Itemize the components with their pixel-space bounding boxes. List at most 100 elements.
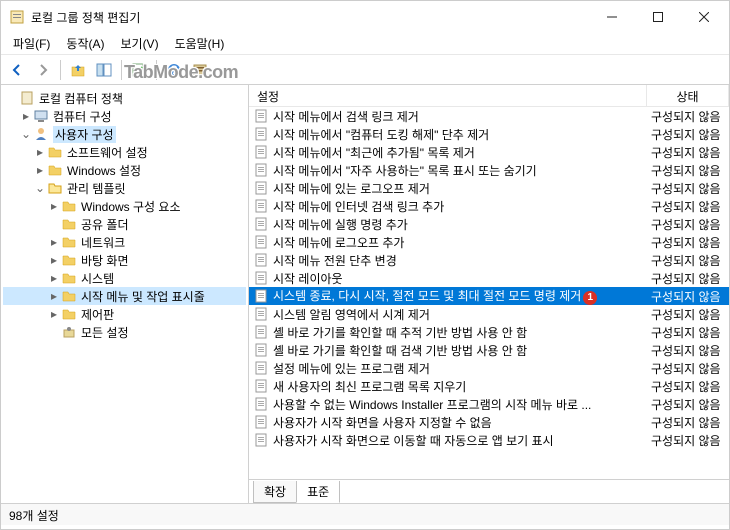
- expand-arrow-icon[interactable]: ▸: [47, 235, 61, 249]
- list-row[interactable]: 셸 바로 가기를 확인할 때 검색 기반 방법 사용 안 함구성되지 않음: [249, 341, 729, 359]
- folder-icon: [47, 144, 63, 160]
- list-row[interactable]: 사용할 수 없는 Windows Installer 프로그램의 시작 메뉴 바…: [249, 395, 729, 413]
- tree-control-panel[interactable]: ▸ 제어판: [3, 305, 246, 323]
- refresh-button[interactable]: [127, 58, 151, 82]
- policy-name: 시작 메뉴에서 검색 링크 제거: [273, 108, 647, 125]
- policy-state: 구성되지 않음: [647, 144, 725, 161]
- policy-name: 시작 메뉴에 있는 로그오프 제거: [273, 180, 647, 197]
- collapse-arrow-icon[interactable]: ⌄: [33, 181, 47, 195]
- policy-state: 구성되지 않음: [647, 288, 725, 305]
- list-row[interactable]: 시작 메뉴에서 검색 링크 제거구성되지 않음: [249, 107, 729, 125]
- list-row[interactable]: 시작 메뉴에 인터넷 검색 링크 추가구성되지 않음: [249, 197, 729, 215]
- tree-label: 바탕 화면: [81, 252, 129, 269]
- tab-standard[interactable]: 표준: [296, 481, 340, 503]
- tree-software-settings[interactable]: ▸ 소프트웨어 설정: [3, 143, 246, 161]
- minimize-button[interactable]: [589, 2, 635, 32]
- policy-name: 시작 레이아웃: [273, 270, 647, 287]
- tab-expand[interactable]: 확장: [253, 481, 297, 503]
- policy-item-icon: [253, 235, 269, 249]
- column-setting[interactable]: 설정: [249, 85, 647, 106]
- policy-item-icon: [253, 199, 269, 213]
- folder-icon: [61, 270, 77, 286]
- column-state[interactable]: 상태: [647, 85, 729, 106]
- list-row[interactable]: 시스템 종료, 다시 시작, 절전 모드 및 최대 절전 모드 명령 제거1구성…: [249, 287, 729, 305]
- policy-item-icon: [253, 289, 269, 303]
- list-row[interactable]: 설정 메뉴에 있는 프로그램 제거구성되지 않음: [249, 359, 729, 377]
- expand-arrow-icon[interactable]: ▸: [33, 145, 47, 159]
- up-button[interactable]: [66, 58, 90, 82]
- policy-state: 구성되지 않음: [647, 108, 725, 125]
- list-row[interactable]: 시작 메뉴에 로그오프 추가구성되지 않음: [249, 233, 729, 251]
- policy-name: 셸 바로 가기를 확인할 때 검색 기반 방법 사용 안 함: [273, 342, 647, 359]
- tree-label: 시작 메뉴 및 작업 표시줄: [81, 288, 205, 305]
- help-button[interactable]: ?: [162, 58, 186, 82]
- toolbar: ?: [1, 55, 729, 85]
- expand-arrow-icon[interactable]: ▸: [19, 109, 33, 123]
- tree-computer-config[interactable]: ▸ 컴퓨터 구성: [3, 107, 246, 125]
- status-text: 98개 설정: [9, 509, 59, 523]
- filter-button[interactable]: [188, 58, 212, 82]
- policy-name: 시작 메뉴에서 "자주 사용하는" 목록 표시 또는 숨기기: [273, 162, 647, 179]
- list-row[interactable]: 시작 레이아웃구성되지 않음: [249, 269, 729, 287]
- tree-label: 제어판: [81, 306, 114, 323]
- menu-file[interactable]: 파일(F): [5, 33, 58, 54]
- policy-list[interactable]: 시작 메뉴에서 검색 링크 제거구성되지 않음시작 메뉴에서 "컴퓨터 도킹 해…: [249, 107, 729, 479]
- policy-name: 셸 바로 가기를 확인할 때 추적 기반 방법 사용 안 함: [273, 324, 647, 341]
- policy-item-icon: [253, 325, 269, 339]
- list-row[interactable]: 시작 메뉴에 있는 로그오프 제거구성되지 않음: [249, 179, 729, 197]
- expand-arrow-icon[interactable]: ▸: [47, 199, 61, 213]
- list-row[interactable]: 사용자가 시작 화면으로 이동할 때 자동으로 앱 보기 표시구성되지 않음: [249, 431, 729, 449]
- list-row[interactable]: 시작 메뉴에서 "자주 사용하는" 목록 표시 또는 숨기기구성되지 않음: [249, 161, 729, 179]
- policy-state: 구성되지 않음: [647, 270, 725, 287]
- expand-arrow-icon[interactable]: ▸: [47, 307, 61, 321]
- list-row[interactable]: 시작 메뉴에서 "컴퓨터 도킹 해제" 단추 제거구성되지 않음: [249, 125, 729, 143]
- tree-system[interactable]: ▸ 시스템: [3, 269, 246, 287]
- tree-desktop[interactable]: ▸ 바탕 화면: [3, 251, 246, 269]
- annotation-badge: 1: [583, 291, 597, 305]
- forward-button[interactable]: [31, 58, 55, 82]
- tree-all-settings[interactable]: ▸ 모든 설정: [3, 323, 246, 341]
- menu-bar: 파일(F) 동작(A) 보기(V) 도움말(H): [1, 33, 729, 55]
- separator: [156, 60, 157, 80]
- policy-item-icon: [253, 271, 269, 285]
- policy-state: 구성되지 않음: [647, 180, 725, 197]
- policy-name: 시작 메뉴에서 "최근에 추가됨" 목록 제거: [273, 144, 647, 161]
- expand-arrow-icon[interactable]: ▸: [33, 163, 47, 177]
- policy-icon: [19, 90, 35, 106]
- svg-text:?: ?: [170, 63, 177, 77]
- list-row[interactable]: 시작 메뉴에 실행 명령 추가구성되지 않음: [249, 215, 729, 233]
- tree-admin-templates[interactable]: ⌄ 관리 템플릿: [3, 179, 246, 197]
- list-row[interactable]: 시스템 알림 영역에서 시계 제거구성되지 않음: [249, 305, 729, 323]
- policy-state: 구성되지 않음: [647, 234, 725, 251]
- expand-arrow-icon[interactable]: ▸: [47, 253, 61, 267]
- list-row[interactable]: 시작 메뉴에서 "최근에 추가됨" 목록 제거구성되지 않음: [249, 143, 729, 161]
- tree-network[interactable]: ▸ 네트워크: [3, 233, 246, 251]
- tree-shared-folder[interactable]: ▸ 공유 폴더: [3, 215, 246, 233]
- list-row[interactable]: 새 사용자의 최신 프로그램 목록 지우기구성되지 않음: [249, 377, 729, 395]
- expand-arrow-icon[interactable]: ▸: [47, 271, 61, 285]
- menu-view[interactable]: 보기(V): [112, 33, 166, 54]
- tree-start-menu[interactable]: ▸ 시작 메뉴 및 작업 표시줄: [3, 287, 246, 305]
- tree-windows-settings[interactable]: ▸ Windows 설정: [3, 161, 246, 179]
- collapse-arrow-icon[interactable]: ⌄: [19, 127, 33, 141]
- tree-windows-components[interactable]: ▸ Windows 구성 요소: [3, 197, 246, 215]
- close-button[interactable]: [681, 2, 727, 32]
- tree-label: 시스템: [81, 270, 114, 287]
- tree-user-config[interactable]: ⌄ 사용자 구성: [3, 125, 246, 143]
- show-hide-tree-button[interactable]: [92, 58, 116, 82]
- menu-action[interactable]: 동작(A): [58, 33, 112, 54]
- maximize-button[interactable]: [635, 2, 681, 32]
- policy-state: 구성되지 않음: [647, 378, 725, 395]
- back-button[interactable]: [5, 58, 29, 82]
- list-row[interactable]: 시작 메뉴 전원 단추 변경구성되지 않음: [249, 251, 729, 269]
- app-icon: [9, 9, 25, 25]
- tree-root[interactable]: ▸ 로컬 컴퓨터 정책: [3, 89, 246, 107]
- list-row[interactable]: 사용자가 시작 화면을 사용자 지정할 수 없음구성되지 않음: [249, 413, 729, 431]
- list-row[interactable]: 셸 바로 가기를 확인할 때 추적 기반 방법 사용 안 함구성되지 않음: [249, 323, 729, 341]
- content-area: TabMode.com ▸ 로컬 컴퓨터 정책 ▸ 컴퓨터 구성 ⌄ 사용자 구…: [1, 85, 729, 503]
- expand-arrow-icon[interactable]: ▸: [47, 289, 61, 303]
- policy-name: 시작 메뉴에 인터넷 검색 링크 추가: [273, 198, 647, 215]
- policy-state: 구성되지 않음: [647, 396, 725, 413]
- menu-help[interactable]: 도움말(H): [167, 33, 233, 54]
- tree-pane[interactable]: ▸ 로컬 컴퓨터 정책 ▸ 컴퓨터 구성 ⌄ 사용자 구성 ▸ 소프트웨어 설정…: [1, 85, 249, 503]
